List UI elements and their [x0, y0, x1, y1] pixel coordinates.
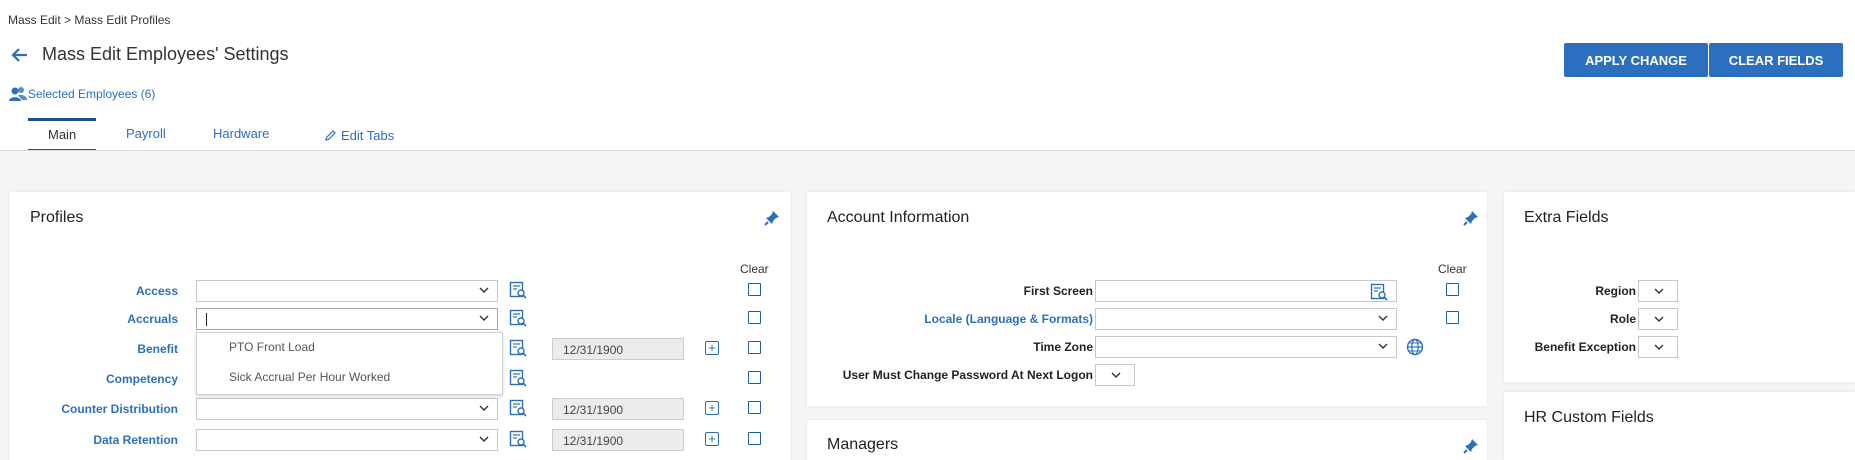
chevron-down-icon [479, 315, 489, 321]
chevron-down-icon [1111, 372, 1121, 378]
chevron-down-icon [1654, 288, 1664, 294]
globe-icon[interactable] [1406, 338, 1424, 356]
access-select[interactable] [196, 280, 498, 302]
lookup-icon[interactable] [509, 399, 527, 417]
benefit-exception-select[interactable] [1638, 336, 1678, 358]
benefit-label[interactable]: Benefit [137, 342, 178, 356]
counter-distribution-date[interactable]: 12/31/1900 [552, 398, 684, 420]
extra-fields-card: Extra Fields Region Role Benefit Excepti… [1504, 192, 1855, 382]
hr-custom-fields-card: HR Custom Fields [1504, 392, 1855, 460]
data-retention-label[interactable]: Data Retention [93, 433, 178, 447]
breadcrumb-mass-edit[interactable]: Mass Edit [8, 13, 61, 27]
selected-employees-label: Selected Employees (6) [28, 87, 156, 101]
region-label: Region [1595, 284, 1636, 298]
lookup-icon[interactable] [509, 430, 527, 448]
first-screen-label: First Screen [1023, 284, 1093, 298]
access-label[interactable]: Access [136, 284, 178, 298]
account-information-title: Account Information [827, 209, 970, 226]
chevron-down-icon [479, 287, 489, 293]
chevron-down-icon [479, 436, 489, 442]
add-data-retention-button[interactable]: + [705, 432, 719, 446]
account-clear-header: Clear [1438, 262, 1467, 276]
account-information-card: Account Information Clear First Screen L… [807, 192, 1487, 406]
role-select[interactable] [1638, 308, 1678, 330]
title-row: Mass Edit Employees' Settings [10, 44, 289, 65]
chevron-down-icon [1654, 344, 1664, 350]
pencil-icon [325, 130, 336, 141]
locale-label[interactable]: Locale (Language & Formats) [924, 312, 1093, 326]
clear-fields-button[interactable]: CLEAR FIELDS [1709, 43, 1843, 77]
pin-icon[interactable] [1462, 437, 1480, 455]
users-icon [9, 87, 27, 101]
tab-hardware[interactable]: Hardware [213, 118, 269, 149]
apply-change-button[interactable]: APPLY CHANGE [1564, 43, 1708, 77]
clear-access-checkbox[interactable] [748, 283, 761, 296]
clear-benefit-checkbox[interactable] [748, 341, 761, 354]
data-retention-date[interactable]: 12/31/1900 [552, 429, 684, 451]
password-change-label: User Must Change Password At Next Logon [842, 368, 1093, 382]
accruals-label[interactable]: Accruals [127, 312, 178, 326]
managers-title: Managers [827, 436, 899, 453]
breadcrumb-current: Mass Edit Profiles [74, 13, 171, 27]
clear-accruals-checkbox[interactable] [748, 311, 761, 324]
accruals-select[interactable] [196, 308, 498, 330]
pin-icon[interactable] [1462, 209, 1480, 227]
dropdown-option-sick-accrual[interactable]: Sick Accrual Per Hour Worked [229, 370, 390, 384]
lookup-icon[interactable] [1370, 283, 1388, 301]
time-zone-label: Time Zone [1033, 340, 1093, 354]
lookup-icon[interactable] [509, 281, 527, 299]
chevron-down-icon [1378, 343, 1388, 349]
edit-tabs-button[interactable]: Edit Tabs [324, 120, 394, 151]
time-zone-select[interactable] [1095, 336, 1397, 358]
chevron-down-icon [1378, 315, 1388, 321]
chevron-down-icon [479, 405, 489, 411]
profiles-card: Profiles Clear Access Accruals Benefit C… [10, 192, 790, 460]
breadcrumb: Mass Edit > Mass Edit Profiles [8, 13, 170, 27]
accruals-dropdown: PTO Front Load Sick Accrual Per Hour Wor… [196, 332, 503, 395]
profiles-clear-header: Clear [740, 262, 769, 276]
counter-distribution-label[interactable]: Counter Distribution [61, 402, 178, 416]
counter-distribution-select[interactable] [196, 398, 498, 420]
tab-main[interactable]: Main [28, 118, 97, 151]
clear-counter-distribution-checkbox[interactable] [748, 401, 761, 414]
competency-label[interactable]: Competency [106, 372, 178, 386]
chevron-down-icon [1654, 316, 1664, 322]
clear-data-retention-checkbox[interactable] [748, 432, 761, 445]
selected-employees-link[interactable]: Selected Employees (6) [8, 86, 155, 102]
role-label: Role [1609, 312, 1636, 326]
clear-first-screen-checkbox[interactable] [1446, 283, 1459, 296]
profiles-title: Profiles [30, 209, 84, 226]
hr-custom-fields-title: HR Custom Fields [1524, 409, 1654, 426]
extra-fields-title: Extra Fields [1524, 209, 1609, 226]
breadcrumb-separator: > [64, 13, 72, 27]
lookup-icon[interactable] [509, 339, 527, 357]
lookup-icon[interactable] [509, 369, 527, 387]
pin-icon[interactable] [763, 209, 781, 227]
benefit-date[interactable]: 12/31/1900 [552, 338, 684, 360]
dropdown-option-pto-front-load[interactable]: PTO Front Load [229, 340, 315, 354]
benefit-exception-label: Benefit Exception [1534, 340, 1636, 354]
clear-locale-checkbox[interactable] [1446, 311, 1459, 324]
edit-tabs-label: Edit Tabs [341, 128, 395, 143]
add-benefit-button[interactable]: + [705, 341, 719, 355]
password-change-select[interactable] [1095, 364, 1135, 386]
text-caret [206, 313, 207, 326]
page-title: Mass Edit Employees' Settings [42, 44, 289, 64]
tab-payroll[interactable]: Payroll [126, 118, 166, 149]
add-counter-distribution-button[interactable]: + [705, 401, 719, 415]
clear-competency-checkbox[interactable] [748, 371, 761, 384]
data-retention-select[interactable] [196, 429, 498, 451]
tab-bar: Main Payroll Hardware Edit Tabs [28, 118, 428, 151]
first-screen-input[interactable] [1095, 280, 1397, 302]
region-select[interactable] [1638, 280, 1678, 302]
tabs-divider [0, 150, 1855, 151]
back-arrow-icon[interactable] [10, 45, 30, 65]
managers-card: Managers [807, 420, 1487, 460]
lookup-icon[interactable] [509, 309, 527, 327]
locale-select[interactable] [1095, 308, 1397, 330]
